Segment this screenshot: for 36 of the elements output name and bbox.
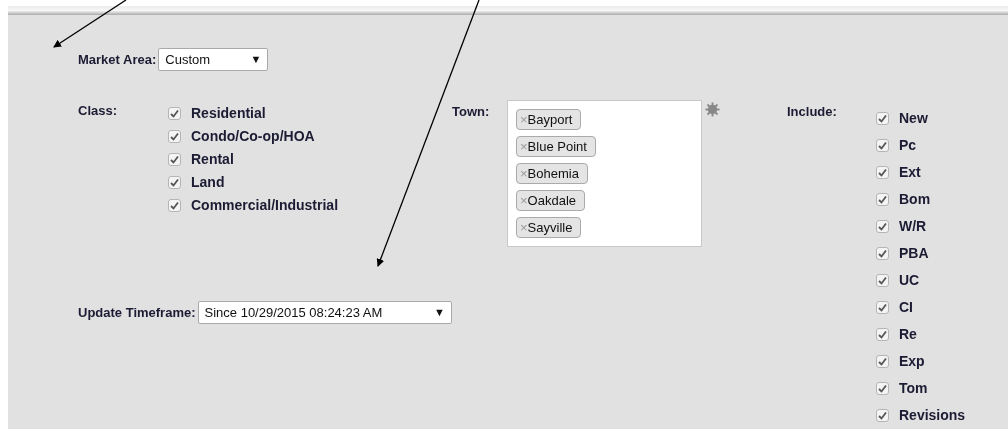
- include-option-label: Pc: [899, 135, 917, 155]
- gear-icon[interactable]: [705, 102, 720, 117]
- include-option-label: CI: [899, 297, 913, 317]
- include-option-label: UC: [899, 270, 920, 290]
- town-tag-label: Bohemia: [527, 164, 579, 183]
- town-tag[interactable]: ×Sayville: [516, 217, 582, 238]
- include-option-label: Re: [899, 324, 917, 344]
- include-option-label: Revisions: [899, 405, 966, 425]
- town-tag-label: Sayville: [527, 218, 573, 237]
- town-tag-label: Oakdale: [527, 191, 576, 210]
- town-tag-label: Bayport: [527, 110, 573, 129]
- class-label: Class:: [78, 102, 119, 120]
- include-option-label: W/R: [899, 216, 927, 236]
- class-option-label: Land: [191, 172, 225, 192]
- class-option-label: Rental: [191, 149, 234, 169]
- town-tag[interactable]: ×Bohemia: [516, 163, 588, 184]
- market-area-select[interactable]: Custom ▼: [158, 48, 269, 71]
- include-option-label: Bom: [899, 189, 931, 209]
- include-label: Include:: [787, 103, 838, 121]
- town-multiselect[interactable]: ×Bayport ×Blue Point ×Bohemia ×Oakdale ×Sayville: [507, 100, 702, 247]
- include-option-label: Tom: [899, 378, 928, 398]
- update-timeframe-select[interactable]: Since 10/29/2015 08:24:23 AM ▼: [197, 301, 452, 324]
- town-tag[interactable]: ×Bayport: [516, 109, 582, 130]
- town-tag[interactable]: ×Oakdale: [516, 190, 585, 211]
- include-option-label: New: [899, 108, 928, 128]
- market-area-label: Market Area:: [78, 50, 157, 69]
- class-option-label: Condo/Co-op/HOA: [191, 126, 315, 146]
- town-label: Town:: [452, 103, 491, 121]
- class-option-label: Residential: [191, 103, 266, 123]
- include-option-label: PBA: [899, 243, 929, 263]
- town-tag-label: Blue Point: [527, 137, 587, 156]
- update-timeframe-label: Update Timeframe:: [78, 303, 196, 322]
- town-tag[interactable]: ×Blue Point: [516, 136, 596, 157]
- include-option-label: Exp: [899, 351, 925, 371]
- class-option-label: Commercial/Industrial: [191, 195, 339, 215]
- include-option-label: Ext: [899, 162, 921, 182]
